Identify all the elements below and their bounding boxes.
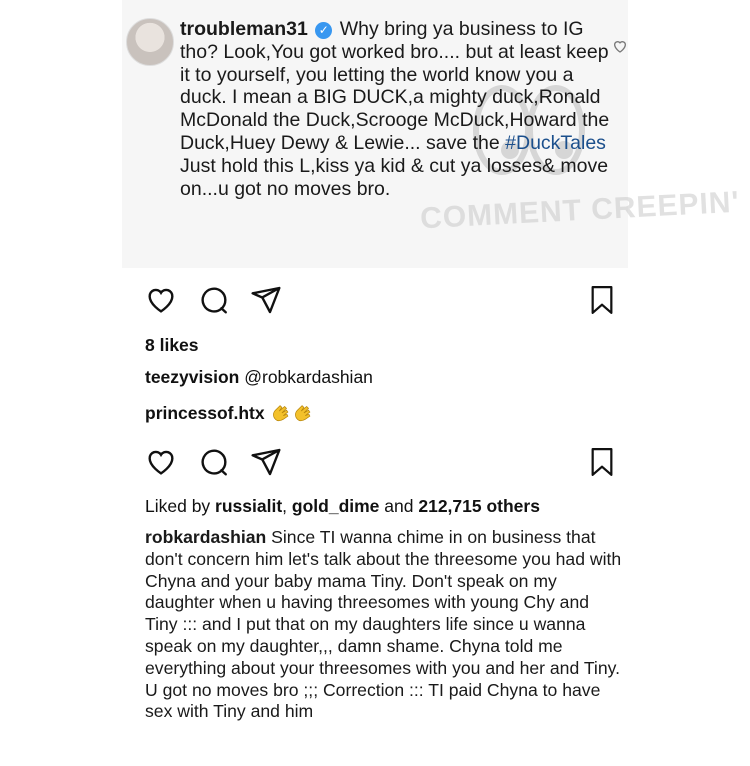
heart-icon[interactable] <box>144 284 178 316</box>
post2-action-bar <box>142 446 622 480</box>
mention-link[interactable]: @robkardashian <box>244 367 373 387</box>
post1-action-bar <box>142 284 622 318</box>
post1-comment-1: teezyvision @robkardashian <box>145 367 373 388</box>
liked-by-count[interactable]: 212,715 others <box>418 496 540 516</box>
comment-username[interactable]: troubleman31 <box>180 18 308 40</box>
liked-by-user[interactable]: russialit <box>215 496 282 516</box>
comment-username[interactable]: princessof.htx <box>145 403 265 423</box>
hashtag-link[interactable]: #DuckTales <box>505 132 606 154</box>
share-icon[interactable] <box>250 446 282 478</box>
comment-icon[interactable] <box>198 284 230 316</box>
avatar[interactable] <box>126 18 174 66</box>
share-icon[interactable] <box>250 284 282 316</box>
clap-emoji <box>294 405 310 422</box>
heart-icon[interactable] <box>144 446 178 478</box>
clap-emoji <box>272 405 288 422</box>
post2-liked-by[interactable]: Liked by russialit, gold_dime and 212,71… <box>145 496 540 517</box>
comment-like-heart-icon[interactable] <box>612 38 628 54</box>
bookmark-icon[interactable] <box>588 284 616 316</box>
comment-username[interactable]: teezyvision <box>145 367 239 387</box>
top-comment: troubleman31 ✓ Why bring ya business to … <box>180 18 620 200</box>
verified-badge-icon: ✓ <box>315 22 333 39</box>
comment-body-end: Just hold this L,kiss ya kid & cut ya lo… <box>180 154 609 200</box>
caption-text: Since TI wanna chime in on business that… <box>145 527 622 722</box>
post2-caption: robkardashian Since TI wanna chime in on… <box>145 527 625 723</box>
bookmark-icon[interactable] <box>588 446 616 478</box>
liked-by-user[interactable]: gold_dime <box>292 496 380 516</box>
post1-likes[interactable]: 8 likes <box>145 335 199 356</box>
post1-comment-2: princessof.htx <box>145 401 314 424</box>
comment-icon[interactable] <box>198 446 230 478</box>
liked-by-prefix: Liked by <box>145 496 216 516</box>
liked-by-separator: , <box>282 496 292 516</box>
liked-by-and: and <box>379 496 419 516</box>
caption-username[interactable]: robkardashian <box>145 527 266 547</box>
